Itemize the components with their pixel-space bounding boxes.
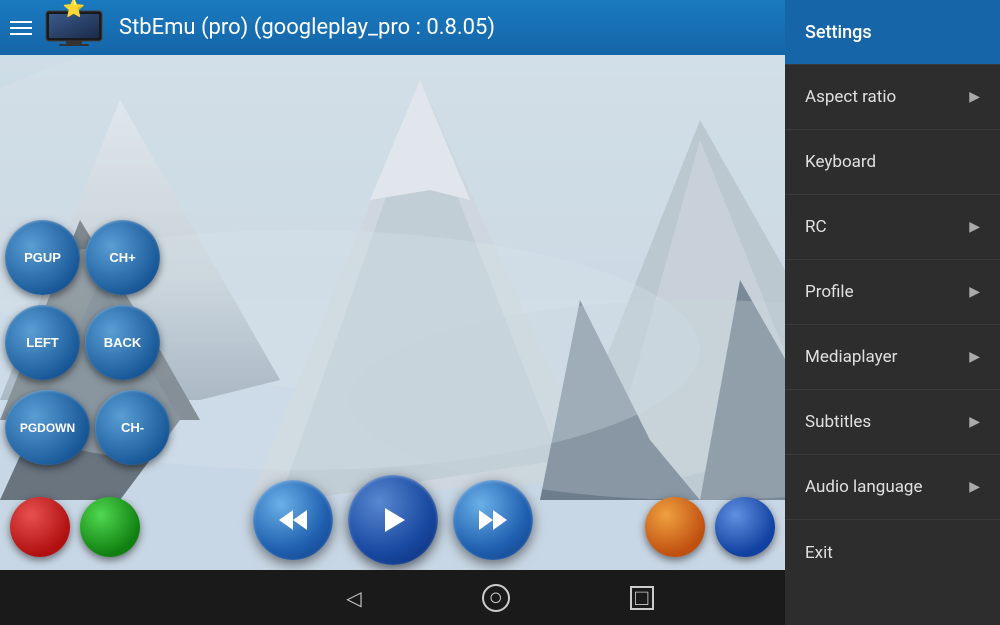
menu-item-rc[interactable]: RC ▶ — [785, 195, 1000, 260]
chevron-right-icon-audio: ▶ — [969, 479, 980, 495]
menu-item-rc-label: RC — [805, 217, 827, 237]
app-logo: ⭐ — [44, 6, 104, 50]
nav-buttons-panel: PGUP CH+ LEFT BACK PGDOWN CH- — [0, 220, 170, 465]
play-button[interactable] — [348, 475, 438, 565]
rewind-button[interactable] — [253, 480, 333, 560]
menu-item-mediaplayer-label: Mediaplayer — [805, 347, 897, 367]
orange-button[interactable] — [645, 497, 705, 557]
left-button[interactable]: LEFT — [5, 305, 80, 380]
blue-color-button[interactable] — [715, 497, 775, 557]
menu-item-keyboard-label: Keyboard — [805, 152, 876, 172]
chevron-right-icon: ▶ — [969, 89, 980, 105]
menu-item-settings[interactable]: Settings — [785, 0, 1000, 65]
color-buttons-right — [645, 497, 775, 557]
menu-item-subtitles[interactable]: Subtitles ▶ — [785, 390, 1000, 455]
menu-item-profile[interactable]: Profile ▶ — [785, 260, 1000, 325]
menu-item-subtitles-label: Subtitles — [805, 412, 871, 432]
pgup-button[interactable]: PGUP — [5, 220, 80, 295]
chevron-right-icon-profile: ▶ — [969, 284, 980, 300]
menu-item-exit[interactable]: Exit — [785, 520, 1000, 585]
menu-button[interactable] — [10, 21, 32, 35]
back-nav-button[interactable]: ◁ — [346, 586, 361, 610]
menu-item-exit-label: Exit — [805, 543, 833, 563]
menu-item-settings-label: Settings — [805, 22, 872, 43]
recent-nav-button[interactable]: □ — [630, 586, 654, 610]
pgdown-button[interactable]: PGDOWN — [5, 390, 90, 465]
menu-item-keyboard[interactable]: Keyboard — [785, 130, 1000, 195]
context-menu: Settings Aspect ratio ▶ Keyboard RC ▶ Pr… — [785, 0, 1000, 625]
menu-item-audio-language-label: Audio language — [805, 477, 923, 497]
menu-item-aspect-ratio-label: Aspect ratio — [805, 87, 896, 107]
chevron-right-icon-subtitles: ▶ — [969, 414, 980, 430]
menu-item-profile-label: Profile — [805, 282, 854, 302]
star-badge: ⭐ — [63, 0, 85, 19]
menu-item-aspect-ratio[interactable]: Aspect ratio ▶ — [785, 65, 1000, 130]
back-button[interactable]: BACK — [85, 305, 160, 380]
menu-item-audio-language[interactable]: Audio language ▶ — [785, 455, 1000, 520]
app-title: StbEmu (pro) (googleplay_pro : 0.8.05) — [119, 15, 495, 40]
home-nav-button[interactable]: ○ — [482, 584, 510, 612]
ch-minus-button[interactable]: CH- — [95, 390, 170, 465]
forward-button[interactable] — [453, 480, 533, 560]
ch-plus-button[interactable]: CH+ — [85, 220, 160, 295]
menu-item-mediaplayer[interactable]: Mediaplayer ▶ — [785, 325, 1000, 390]
chevron-right-icon-rc: ▶ — [969, 219, 980, 235]
app-header: ⭐ StbEmu (pro) (googleplay_pro : 0.8.05) — [0, 0, 785, 55]
chevron-right-icon-mediaplayer: ▶ — [969, 349, 980, 365]
